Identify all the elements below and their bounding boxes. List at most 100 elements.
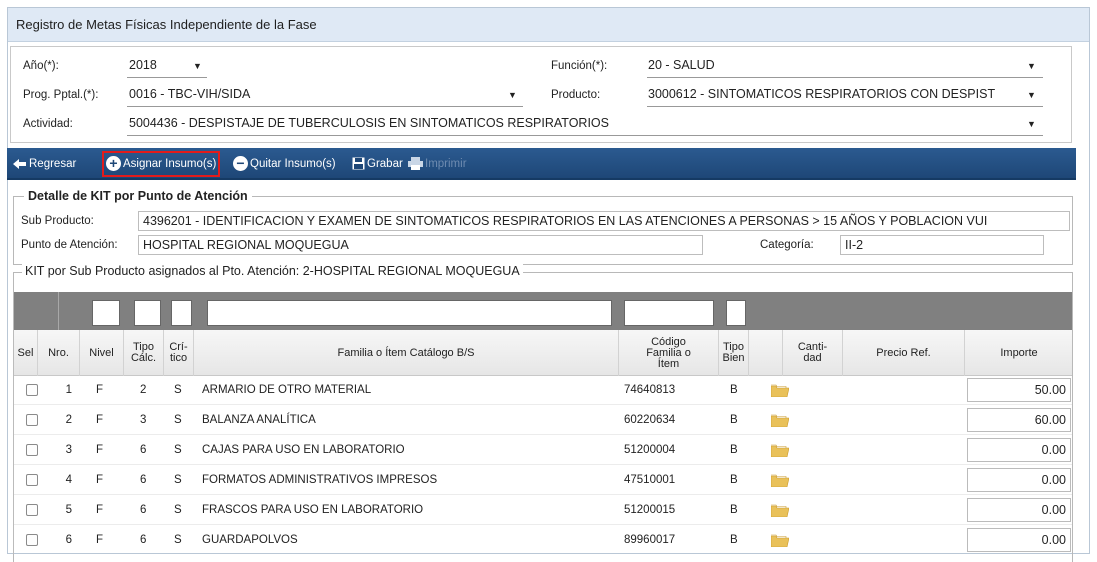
kit-grid: Sel Nro. Nivel Tipo Cálc. Crí- tico Fami… — [13, 292, 1072, 554]
row-importe-input[interactable]: 0.00 — [967, 468, 1071, 492]
row-nro: 6 — [65, 534, 72, 546]
table-row[interactable]: 6 F 6 S GUARDAPOLVOS 89960017 B 0.00 — [14, 526, 1072, 554]
tipo-calc-filter-input[interactable] — [134, 300, 161, 326]
table-row[interactable]: 1 F 2 S ARMARIO DE OTRO MATERIAL 74640813 B 50.… — [14, 376, 1072, 405]
row-importe-input[interactable]: 0.00 — [967, 438, 1071, 462]
row-importe-input[interactable]: 0.00 — [967, 498, 1071, 522]
table-row[interactable]: 4 F 6 S FORMATOS ADMINISTRATIVOS IMPRESOS 475… — [14, 466, 1072, 495]
row-critico: S — [174, 534, 182, 546]
col-importe[interactable]: Importe — [965, 330, 1072, 376]
prog-chevron-down-icon[interactable]: ▼ — [508, 90, 517, 100]
row-nivel: F — [96, 414, 104, 426]
row-codigo: 74640813 — [624, 384, 676, 396]
folder-icon[interactable] — [770, 474, 790, 488]
col-precio-ref[interactable]: Precio Ref. — [843, 330, 965, 376]
asignar-insumo-button[interactable]: + Asignar Insumo(s) — [101, 151, 221, 177]
col-nro[interactable]: Nro. — [38, 330, 80, 376]
critico-filter-input[interactable] — [171, 300, 192, 326]
col-tipo-bien[interactable]: Tipo Bien — [719, 330, 749, 376]
anio-chevron-down-icon[interactable]: ▼ — [193, 61, 202, 71]
punto-atencion-field[interactable]: HOSPITAL REGIONAL MOQUEGUA — [138, 235, 703, 255]
categoria-field[interactable]: II-2 — [840, 235, 1044, 255]
row-nivel: F — [96, 474, 104, 486]
table-row[interactable]: 3 F 6 S CAJAS PARA USO EN LABORATORIO 5120000… — [14, 436, 1072, 465]
save-icon — [352, 157, 365, 170]
prog-select[interactable]: 0016 - TBC-VIH/SIDA — [129, 87, 504, 101]
row-tipo-bien: B — [730, 444, 738, 456]
table-row[interactable]: 5 F 6 S FRASCOS PARA USO EN LABORATORIO 51200… — [14, 496, 1072, 525]
familia-filter-input[interactable] — [207, 300, 612, 326]
row-importe-input[interactable]: 50.00 — [967, 378, 1071, 402]
actividad-select[interactable]: 5004436 - DESPISTAJE DE TUBERCULOSIS EN … — [129, 116, 1009, 130]
codigo-filter-input[interactable] — [624, 300, 714, 326]
funcion-underline — [647, 77, 1043, 78]
anio-label: Año(*): — [23, 60, 59, 72]
back-arrow-icon — [13, 158, 26, 169]
col-cantidad[interactable]: Canti- dad — [783, 330, 843, 376]
row-folder-button[interactable] — [770, 534, 790, 550]
funcion-select[interactable]: 20 - SALUD — [648, 58, 715, 72]
row-critico: S — [174, 444, 182, 456]
row-select-checkbox[interactable] — [26, 474, 38, 486]
folder-icon[interactable] — [770, 504, 790, 518]
row-folder-button[interactable] — [770, 384, 790, 400]
row-importe-input[interactable]: 60.00 — [967, 408, 1071, 432]
row-familia: FORMATOS ADMINISTRATIVOS IMPRESOS — [202, 474, 438, 486]
row-select-checkbox[interactable] — [26, 414, 38, 426]
grabar-button[interactable]: Grabar — [352, 155, 403, 173]
folder-icon[interactable] — [770, 414, 790, 428]
filter-separator — [58, 292, 59, 330]
actividad-underline — [127, 135, 1043, 136]
col-nivel[interactable]: Nivel — [80, 330, 124, 376]
row-familia: BALANZA ANALÍTICA — [202, 414, 316, 426]
row-folder-button[interactable] — [770, 474, 790, 490]
col-familia[interactable]: Familia o Ítem Catálogo B/S — [194, 330, 619, 376]
folder-icon[interactable] — [770, 384, 790, 398]
row-nivel: F — [96, 534, 104, 546]
row-nivel: F — [96, 384, 104, 396]
producto-select[interactable]: 3000612 - SINTOMATICOS RESPIRATORIOS CON… — [648, 87, 1026, 101]
row-tipo-bien: B — [730, 504, 738, 516]
prog-underline — [127, 106, 523, 107]
subproducto-field[interactable]: 4396201 - IDENTIFICACION Y EXAMEN DE SIN… — [138, 211, 1070, 231]
producto-chevron-down-icon[interactable]: ▼ — [1027, 90, 1036, 100]
nivel-filter-input[interactable] — [92, 300, 120, 326]
row-folder-button[interactable] — [770, 504, 790, 520]
row-tipo-calc: 2 — [140, 384, 147, 396]
minus-circle-icon: − — [233, 156, 248, 172]
row-select-checkbox[interactable] — [26, 384, 38, 396]
row-select-checkbox[interactable] — [26, 444, 38, 456]
funcion-label: Función(*): — [551, 60, 608, 72]
col-sel[interactable]: Sel — [14, 330, 38, 376]
row-importe-input[interactable]: 0.00 — [967, 528, 1071, 552]
actividad-chevron-down-icon[interactable]: ▼ — [1027, 119, 1036, 129]
folder-icon[interactable] — [770, 534, 790, 548]
row-tipo-calc: 3 — [140, 414, 147, 426]
prog-label: Prog. Pptal.(*): — [23, 89, 99, 101]
quitar-insumo-button[interactable]: − Quitar Insumo(s) — [233, 155, 336, 173]
row-folder-button[interactable] — [770, 414, 790, 430]
row-folder-button[interactable] — [770, 444, 790, 460]
row-select-checkbox[interactable] — [26, 534, 38, 546]
row-nro: 4 — [65, 474, 72, 486]
row-critico: S — [174, 474, 182, 486]
col-codigo[interactable]: Código Familia o Ítem — [619, 330, 719, 376]
row-nro: 3 — [65, 444, 72, 456]
row-codigo: 47510001 — [624, 474, 676, 486]
row-tipo-calc: 6 — [140, 534, 147, 546]
filter-form: Año(*): 2018 ▼ Función(*): 20 - SALUD ▼ … — [10, 46, 1072, 143]
row-select-checkbox[interactable] — [26, 504, 38, 516]
tipo-bien-filter-input[interactable] — [726, 300, 746, 326]
plus-circle-icon: + — [106, 156, 121, 172]
col-folder — [749, 330, 783, 376]
col-tipo-calc[interactable]: Tipo Cálc. — [124, 330, 164, 376]
regresar-button[interactable]: Regresar — [13, 155, 76, 173]
anio-select[interactable]: 2018 — [129, 58, 157, 72]
funcion-chevron-down-icon[interactable]: ▼ — [1027, 61, 1036, 71]
imprimir-button[interactable]: Imprimir — [408, 155, 467, 173]
table-row[interactable]: 2 F 3 S BALANZA ANALÍTICA 60220634 B 60.00 — [14, 406, 1072, 435]
row-nro: 5 — [65, 504, 72, 516]
col-critico[interactable]: Crí- tico — [164, 330, 194, 376]
folder-icon[interactable] — [770, 444, 790, 458]
row-codigo: 51200015 — [624, 504, 676, 516]
